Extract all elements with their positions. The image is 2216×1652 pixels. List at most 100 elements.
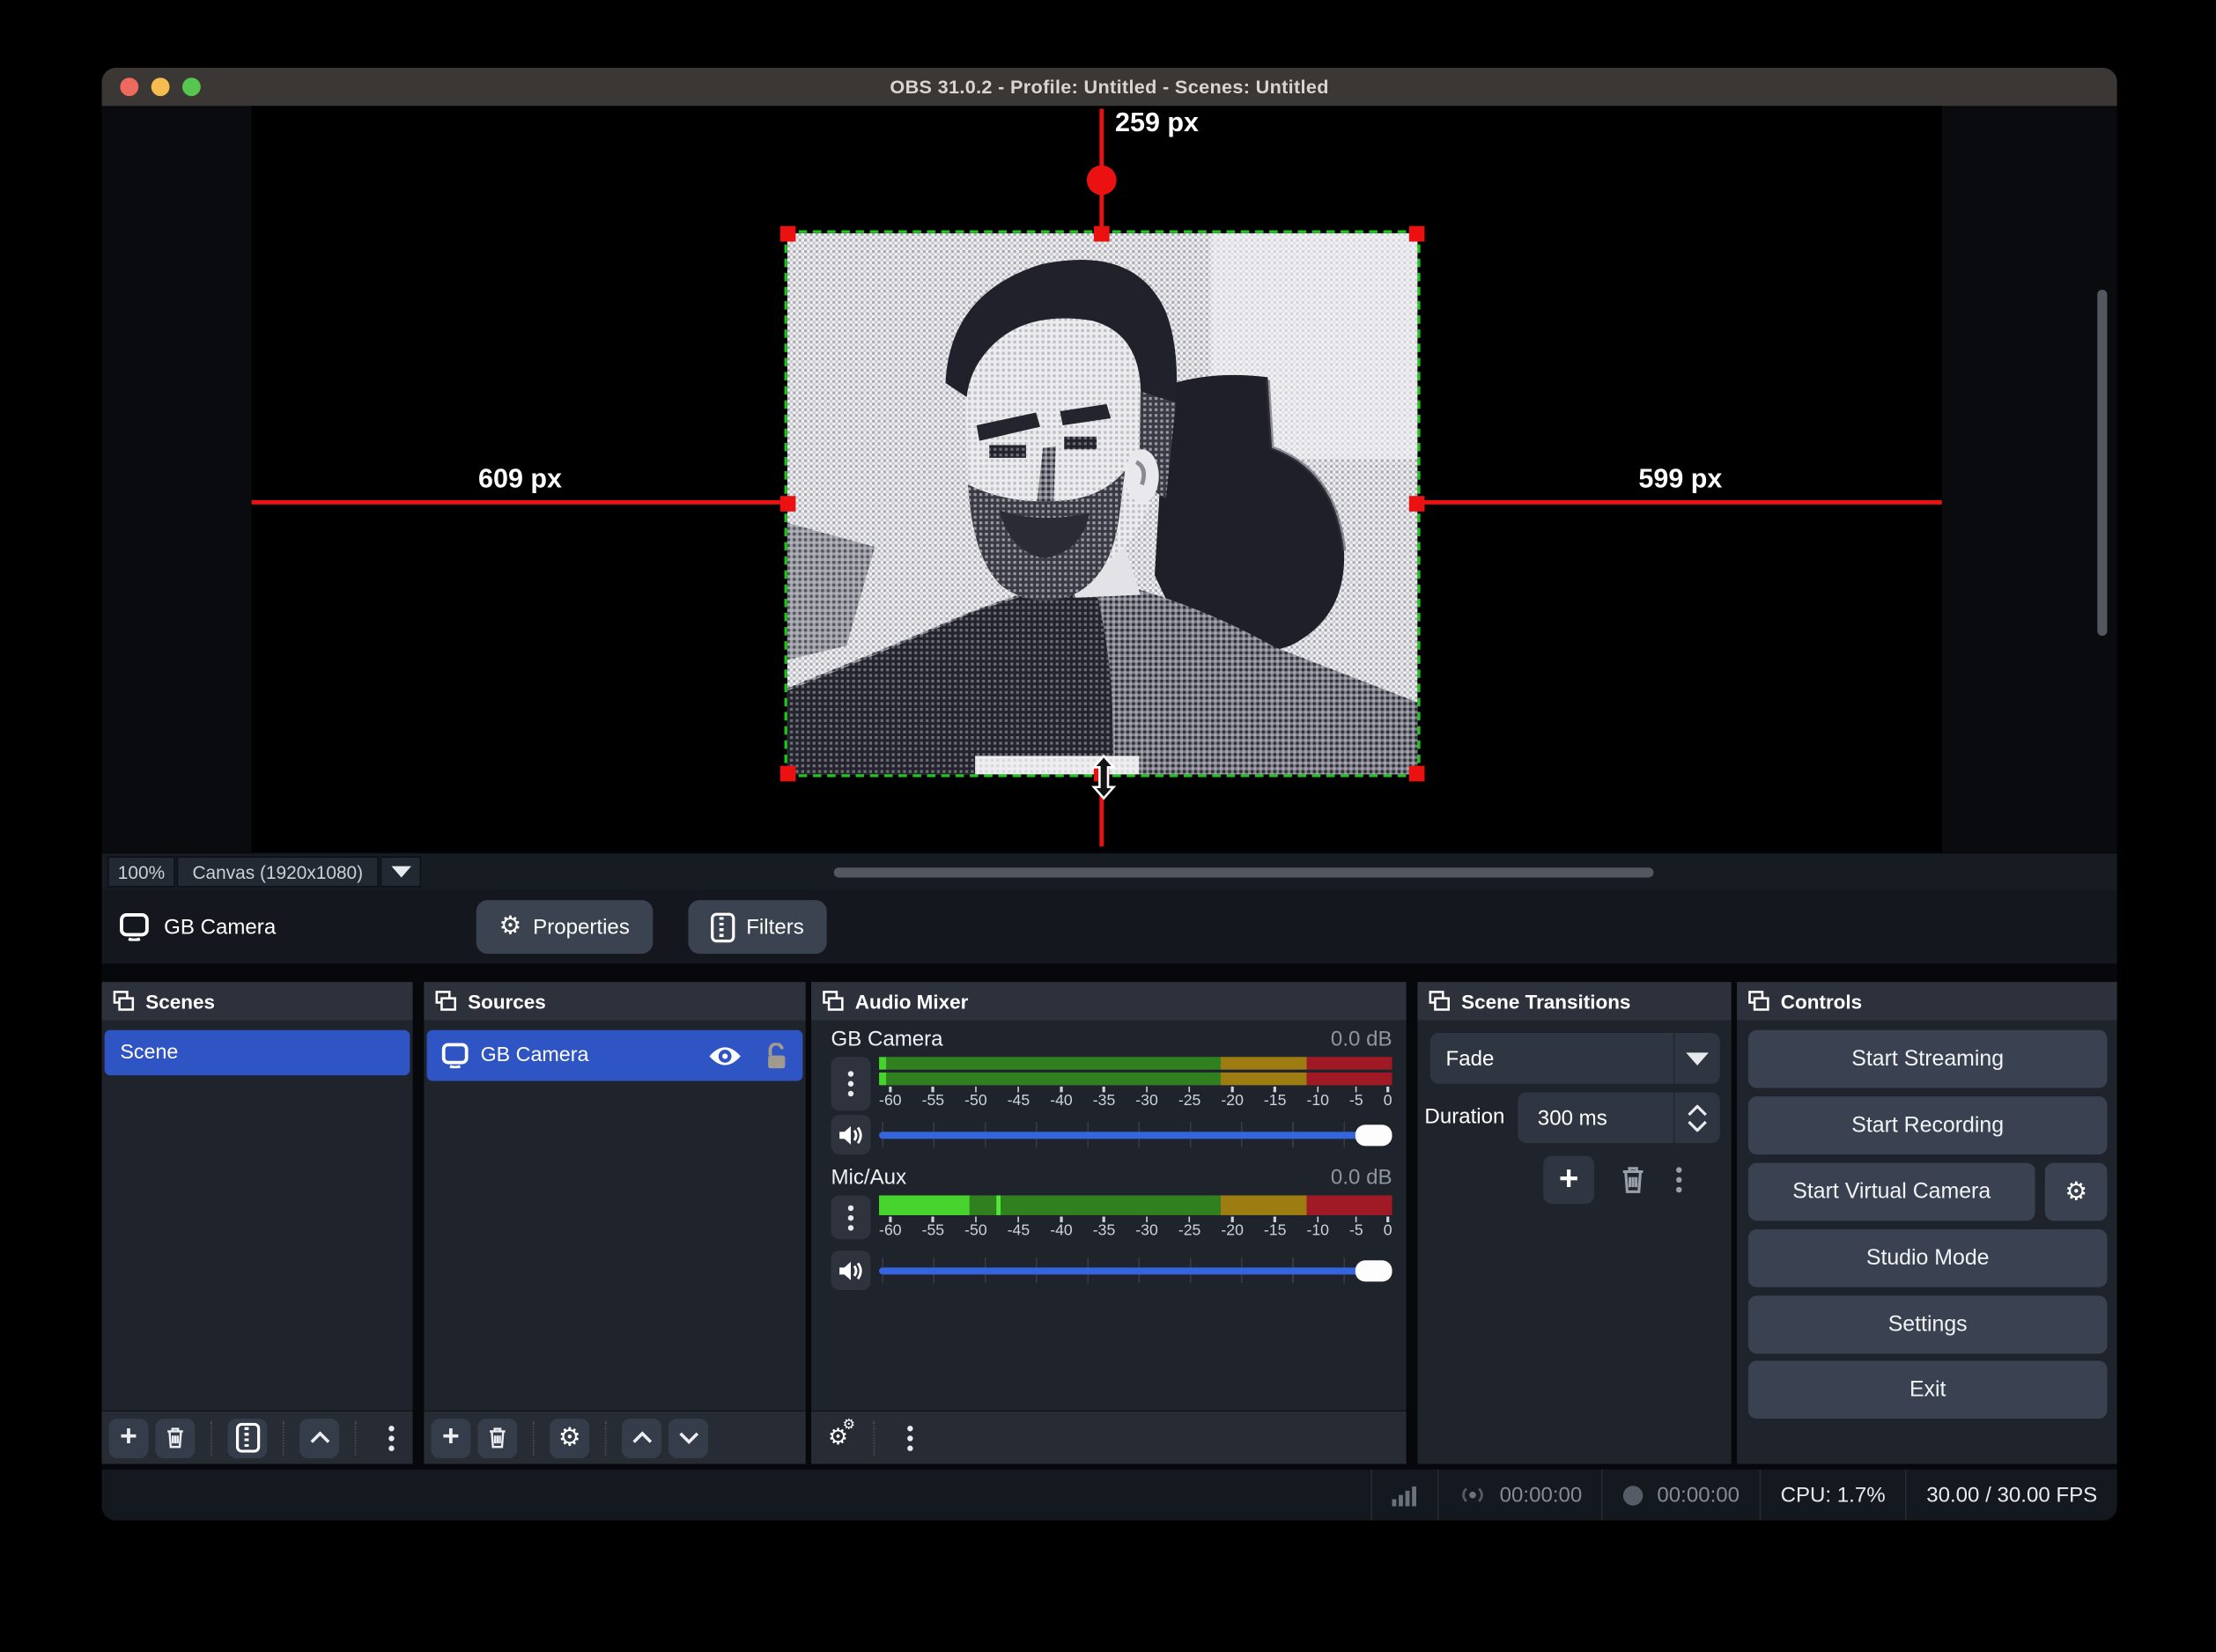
sources-list[interactable]: GB Camera	[424, 1021, 805, 1411]
panel-icon	[113, 991, 134, 1012]
controls-panel-header: Controls	[1737, 982, 2117, 1020]
studio-mode-button[interactable]: Studio Mode	[1748, 1229, 2108, 1287]
minimize-button[interactable]	[151, 77, 170, 96]
broadcast-icon	[1459, 1484, 1487, 1507]
scenes-title: Scenes	[145, 990, 215, 1013]
remove-scene-button[interactable]	[156, 1418, 196, 1457]
add-transition-button[interactable]: +	[1543, 1156, 1594, 1205]
channel-menu-button[interactable]	[831, 1057, 871, 1110]
properties-button[interactable]: ⚙ Properties	[476, 900, 653, 954]
spacing-guide-left	[252, 500, 787, 505]
volume-slider[interactable]	[879, 1115, 1392, 1154]
move-source-down-button[interactable]	[668, 1418, 708, 1457]
transition-actions: +	[1417, 1156, 1731, 1205]
source-list-item[interactable]: GB Camera	[427, 1030, 803, 1081]
horizontal-scrollbar[interactable]	[834, 867, 1654, 877]
trash-icon	[486, 1426, 509, 1449]
traffic-lights	[120, 77, 200, 96]
sources-panel: Sources GB Camera + ⚙	[424, 982, 805, 1464]
filter-icon	[711, 912, 735, 942]
slider-track[interactable]	[879, 1267, 1392, 1274]
duration-spinbox[interactable]: 300 ms	[1518, 1092, 1719, 1143]
source-properties-button[interactable]: ⚙	[550, 1418, 589, 1457]
settings-button[interactable]: Settings	[1748, 1295, 2108, 1353]
chevron-up-icon	[309, 1431, 330, 1443]
mixer-channel-mic-aux: Mic/Aux 0.0 dB -60-55-50-45-40	[831, 1166, 1392, 1290]
canvas-dropdown-button[interactable]	[380, 856, 422, 887]
kebab-icon	[907, 1425, 912, 1450]
move-source-up-button[interactable]	[622, 1418, 661, 1457]
spacing-guide-right	[1417, 500, 1941, 505]
advanced-audio-button[interactable]: ⚙ ⚙	[818, 1418, 858, 1457]
mute-button[interactable]	[831, 1115, 871, 1154]
scenes-menu-button[interactable]	[372, 1418, 411, 1457]
channel-menu-button[interactable]	[831, 1195, 871, 1239]
spin-up-icon[interactable]	[1688, 1104, 1707, 1116]
virtual-camera-settings-button[interactable]: ⚙	[2045, 1163, 2108, 1221]
connection-status	[1372, 1485, 1437, 1506]
sources-title: Sources	[468, 990, 546, 1013]
resize-handle-top-left[interactable]	[780, 226, 796, 242]
speaker-icon	[838, 1123, 864, 1147]
filters-button[interactable]: Filters	[688, 900, 826, 954]
controls-panel: Controls Start Streaming Start Recording…	[1737, 982, 2117, 1464]
mixer-menu-button[interactable]	[890, 1418, 930, 1457]
source-toolbar: GB Camera ⚙ Properties Filters	[102, 890, 2117, 963]
start-streaming-button[interactable]: Start Streaming	[1748, 1030, 2108, 1088]
slider-handle[interactable]	[1355, 1124, 1392, 1145]
cpu-usage: CPU: 1.7%	[1761, 1483, 1905, 1507]
start-recording-button[interactable]: Start Recording	[1748, 1096, 2108, 1154]
selected-source-gb-camera[interactable]	[787, 233, 1418, 775]
remove-source-button[interactable]	[477, 1418, 517, 1457]
monitor-icon	[119, 913, 150, 941]
chevron-down-icon	[1686, 1052, 1709, 1065]
monitor-icon	[441, 1043, 469, 1068]
remove-transition-button[interactable]	[1618, 1164, 1648, 1195]
scene-filters-button[interactable]	[227, 1418, 267, 1457]
resize-handle-bottom-left[interactable]	[780, 766, 796, 782]
selected-source-indicator: GB Camera	[119, 913, 276, 941]
filters-label: Filters	[746, 915, 804, 939]
mute-button[interactable]	[831, 1250, 871, 1290]
kebab-icon	[848, 1205, 853, 1230]
close-button[interactable]	[120, 77, 138, 96]
canvas-size-select[interactable]: Canvas (1920x1080)	[177, 856, 379, 887]
transition-select[interactable]: Fade	[1430, 1033, 1720, 1084]
start-virtual-camera-button[interactable]: Start Virtual Camera	[1748, 1163, 2035, 1221]
db-scale: -60-55-50-45-40-35-30-25-20-15-10-50	[879, 1087, 1392, 1110]
zoom-level-select[interactable]: 100%	[107, 856, 175, 887]
chevron-down-icon	[677, 1431, 698, 1443]
scene-transitions-panel: Scene Transitions Fade Duration 300 ms	[1417, 982, 1731, 1464]
toolbar-separator	[283, 1420, 284, 1455]
scene-list-item[interactable]: Scene	[105, 1030, 410, 1075]
stream-time: 00:00:00	[1500, 1483, 1583, 1507]
add-source-button[interactable]: +	[431, 1418, 470, 1457]
spin-down-icon[interactable]	[1688, 1120, 1707, 1132]
dropdown-button[interactable]	[1674, 1052, 1719, 1065]
scenes-list[interactable]: Scene	[102, 1021, 413, 1411]
channel-name: GB Camera	[831, 1028, 943, 1051]
rotation-handle[interactable]	[1087, 166, 1117, 195]
speaker-icon	[838, 1258, 864, 1282]
resize-handle-bottom-right[interactable]	[1409, 766, 1425, 782]
move-scene-up-button[interactable]	[299, 1418, 339, 1457]
resize-handle-top-right[interactable]	[1409, 226, 1425, 242]
scenes-panel-header: Scenes	[102, 982, 413, 1020]
properties-label: Properties	[533, 915, 630, 939]
maximize-button[interactable]	[182, 77, 201, 96]
exit-button[interactable]: Exit	[1748, 1361, 2108, 1419]
eye-icon[interactable]	[708, 1044, 742, 1067]
slider-track[interactable]	[879, 1131, 1392, 1138]
volume-meter	[879, 1195, 1392, 1214]
transition-menu-button[interactable]	[1676, 1167, 1681, 1192]
volume-slider[interactable]	[879, 1250, 1392, 1290]
toolbar-separator	[605, 1420, 607, 1455]
gear-icon: ⚙	[558, 1425, 581, 1450]
unlock-icon[interactable]	[765, 1042, 788, 1068]
spacing-label-left: 609 px	[455, 465, 586, 496]
preview-area[interactable]: 259 px 609 px 599 px	[102, 106, 2117, 852]
add-scene-button[interactable]: +	[109, 1418, 149, 1457]
vertical-scrollbar[interactable]	[2097, 290, 2107, 636]
slider-handle[interactable]	[1355, 1260, 1392, 1281]
channel-level: 0.0 dB	[1331, 1028, 1392, 1051]
